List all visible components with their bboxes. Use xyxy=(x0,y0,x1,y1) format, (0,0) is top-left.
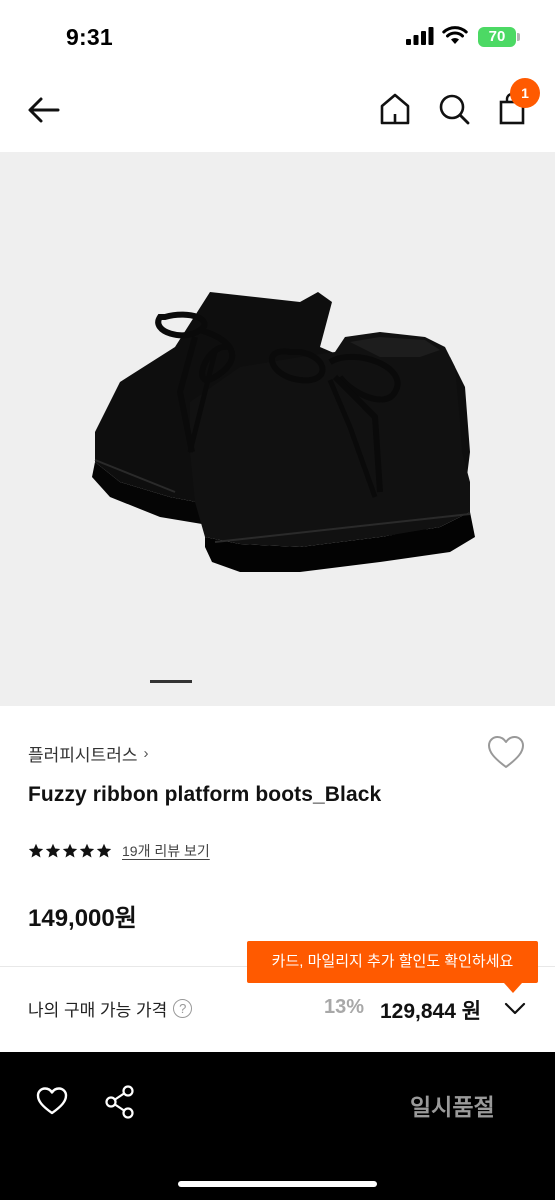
help-icon[interactable]: ? xyxy=(173,999,193,1018)
back-arrow-icon[interactable] xyxy=(26,92,62,128)
my-price-row: 나의 구매 가능 가격 ? xyxy=(28,996,193,1021)
product-name: Fuzzy ribbon platform boots_Black xyxy=(28,783,382,806)
my-price-label: 나의 구매 가능 가격 xyxy=(28,1001,168,1020)
star-rating xyxy=(28,843,112,859)
status-bar: 9:31 70 xyxy=(0,0,555,70)
star-icon xyxy=(45,843,61,858)
battery-tip xyxy=(517,33,520,41)
review-link[interactable]: 19개 리뷰 보기 xyxy=(122,841,210,861)
chevron-down-icon[interactable] xyxy=(504,1001,526,1017)
product-price: 149,000원 xyxy=(28,905,137,932)
signal-icon xyxy=(406,27,434,45)
product-image-carousel[interactable] xyxy=(0,152,555,706)
product-image xyxy=(92,292,475,572)
share-icon[interactable] xyxy=(104,1085,136,1119)
promo-tooltip-tail xyxy=(504,983,522,993)
star-icon xyxy=(62,843,78,858)
search-icon[interactable] xyxy=(437,92,471,126)
home-indicator xyxy=(178,1181,377,1187)
star-icon xyxy=(96,843,112,858)
wifi-icon xyxy=(442,26,468,44)
sold-out-button[interactable]: 일시품절 xyxy=(410,1088,495,1122)
brand-name: 플러피시트러스 xyxy=(28,746,138,765)
star-icon xyxy=(28,843,44,858)
wishlist-heart-icon[interactable] xyxy=(486,734,526,770)
status-time: 9:31 xyxy=(66,24,113,50)
chevron-right-icon: › xyxy=(143,745,149,762)
brand-link[interactable]: 플러피시트러스 › xyxy=(28,741,148,766)
promo-tooltip: 카드, 마일리지 추가 할인도 확인하세요 xyxy=(247,941,538,983)
carousel-indicator xyxy=(150,680,192,683)
cart-count-badge: 1 xyxy=(510,78,540,108)
discount-price: 129,844 원 xyxy=(380,1000,482,1023)
battery-icon: 70 xyxy=(478,27,516,47)
bottom-action-bar: 일시품절 xyxy=(0,1052,555,1200)
top-nav-bar: 1 xyxy=(0,70,555,152)
discount-rate: 13% xyxy=(324,996,365,1018)
star-icon xyxy=(79,843,95,858)
rating-row: 19개 리뷰 보기 xyxy=(28,841,210,861)
heart-icon[interactable] xyxy=(36,1086,68,1116)
home-icon[interactable] xyxy=(378,92,412,126)
